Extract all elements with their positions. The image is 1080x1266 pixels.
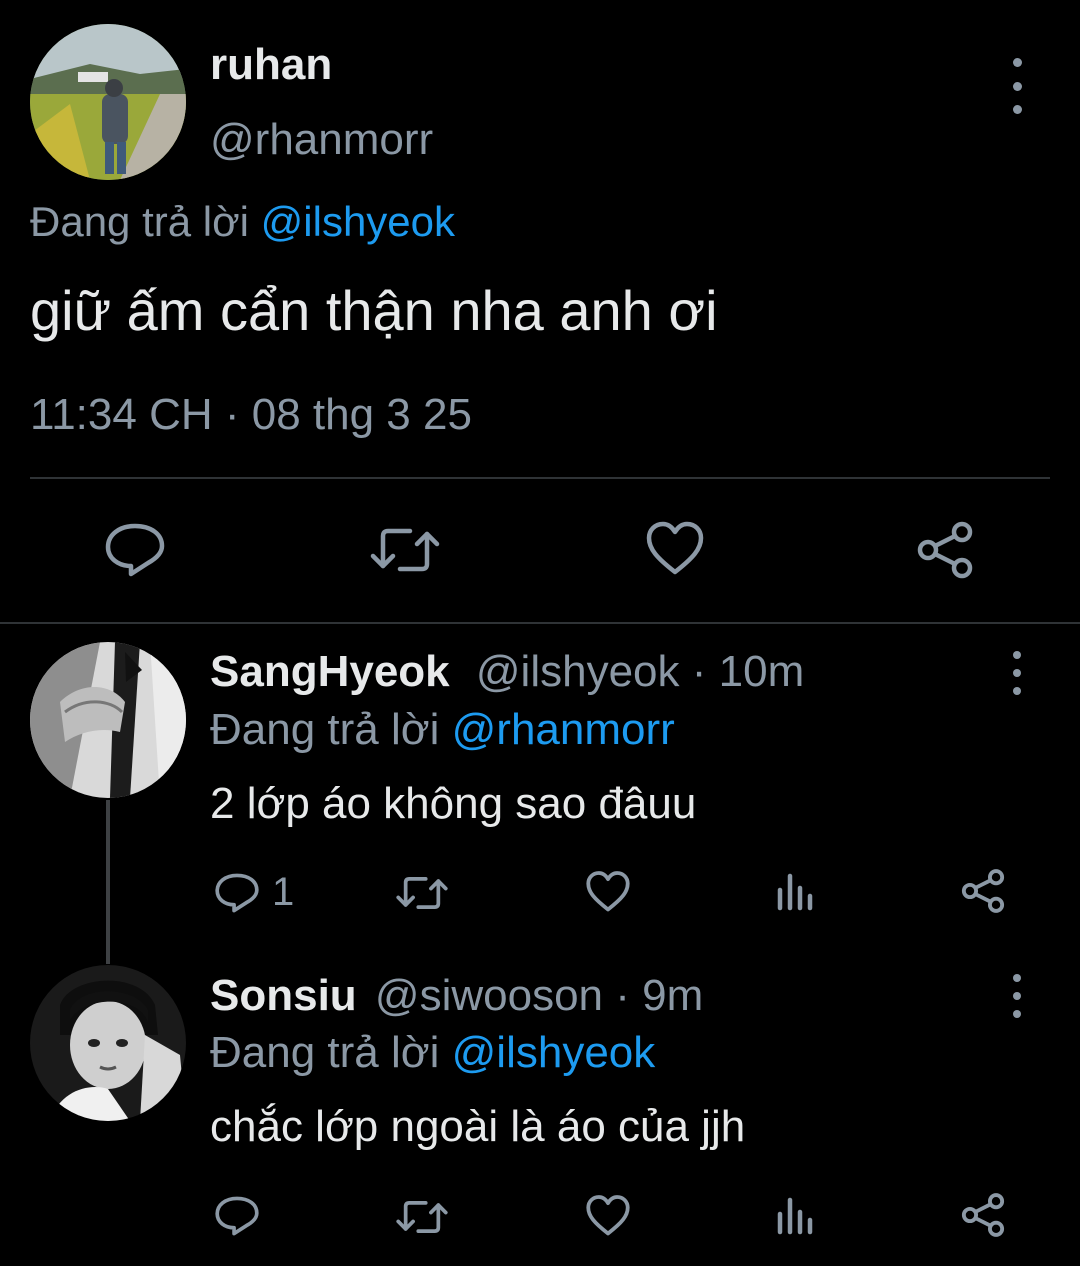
retweet-icon <box>370 528 440 572</box>
avatar-ruhan[interactable] <box>30 24 186 180</box>
display-name[interactable]: Sonsiu <box>210 971 357 1020</box>
replying-to-link[interactable]: @ilshyeok <box>261 198 455 245</box>
avatar-sonsiu[interactable] <box>30 965 186 1121</box>
like-icon <box>586 1195 630 1236</box>
replying-prefix: Đang trả lời <box>210 1028 440 1077</box>
share-icon <box>961 869 1005 913</box>
replying-prefix: Đang trả lời <box>30 198 249 245</box>
replying-to-link[interactable]: @ilshyeok <box>452 1028 656 1077</box>
avatar-sanghyeok[interactable] <box>30 642 186 798</box>
like-button[interactable] <box>645 520 705 578</box>
retweet-icon <box>396 1201 448 1233</box>
reply-count: 1 <box>272 870 295 914</box>
retweet-button[interactable] <box>370 522 440 578</box>
section-divider <box>0 622 1080 624</box>
retweet-button[interactable] <box>396 1196 448 1238</box>
divider <box>30 477 1050 479</box>
more-vertical-icon <box>1013 974 1021 982</box>
reply-button[interactable] <box>214 1194 260 1238</box>
reply-button[interactable] <box>104 520 166 580</box>
display-name[interactable]: SangHyeok <box>210 647 450 696</box>
tweet-text: giữ ấm cẩn thận nha anh ơi <box>30 279 718 342</box>
replying-to-line: Đang trả lời @rhanmorr <box>210 704 675 756</box>
replying-to-link[interactable]: @rhanmorr <box>452 705 675 754</box>
more-options-button[interactable] <box>1002 651 1032 695</box>
reply-header: Sonsiu @siwooson · 9m <box>210 970 703 1022</box>
reply-icon <box>215 873 259 912</box>
display-name[interactable]: ruhan <box>210 40 332 90</box>
more-options-button[interactable] <box>1002 974 1032 1018</box>
reply-header: SangHyeok @ilshyeok · 10m <box>210 646 804 698</box>
reply-icon <box>105 523 165 577</box>
share-button[interactable] <box>960 868 1006 914</box>
views-icon <box>777 873 813 911</box>
reply-time[interactable]: · 9m <box>615 971 703 1020</box>
more-vertical-icon <box>1013 651 1021 659</box>
handle[interactable]: @rhanmorr <box>210 114 433 166</box>
replying-to-line: Đang trả lời @ilshyeok <box>210 1027 655 1079</box>
views-icon <box>777 1197 813 1235</box>
reply-icon <box>215 1196 259 1236</box>
like-button[interactable] <box>585 1194 631 1238</box>
replying-to-line: Đang trả lời @ilshyeok <box>30 196 455 248</box>
handle[interactable]: @siwooson <box>375 971 603 1020</box>
more-vertical-icon <box>1012 58 1022 67</box>
thread-line <box>106 800 110 964</box>
share-button[interactable] <box>915 520 975 580</box>
like-button[interactable] <box>585 870 631 914</box>
retweet-icon <box>396 877 448 909</box>
reply-button[interactable]: 1 <box>214 870 294 915</box>
like-icon <box>646 521 704 575</box>
share-icon <box>961 1193 1005 1237</box>
reply-text: chắc lớp ngoài là áo của jjh <box>210 1102 746 1151</box>
views-button[interactable] <box>776 870 816 912</box>
reply-time[interactable]: · 10m <box>692 647 804 696</box>
reply-text: 2 lớp áo không sao đâuu <box>210 779 697 828</box>
replying-prefix: Đang trả lời <box>210 705 440 754</box>
handle[interactable]: @ilshyeok <box>476 647 680 696</box>
share-button[interactable] <box>960 1192 1006 1238</box>
retweet-button[interactable] <box>396 872 448 914</box>
like-icon <box>586 871 630 912</box>
views-button[interactable] <box>776 1194 816 1236</box>
more-options-button[interactable] <box>1002 58 1032 114</box>
tweet-timestamp[interactable]: 11:34 CH · 08 thg 3 25 <box>30 388 472 442</box>
share-icon <box>917 521 973 579</box>
